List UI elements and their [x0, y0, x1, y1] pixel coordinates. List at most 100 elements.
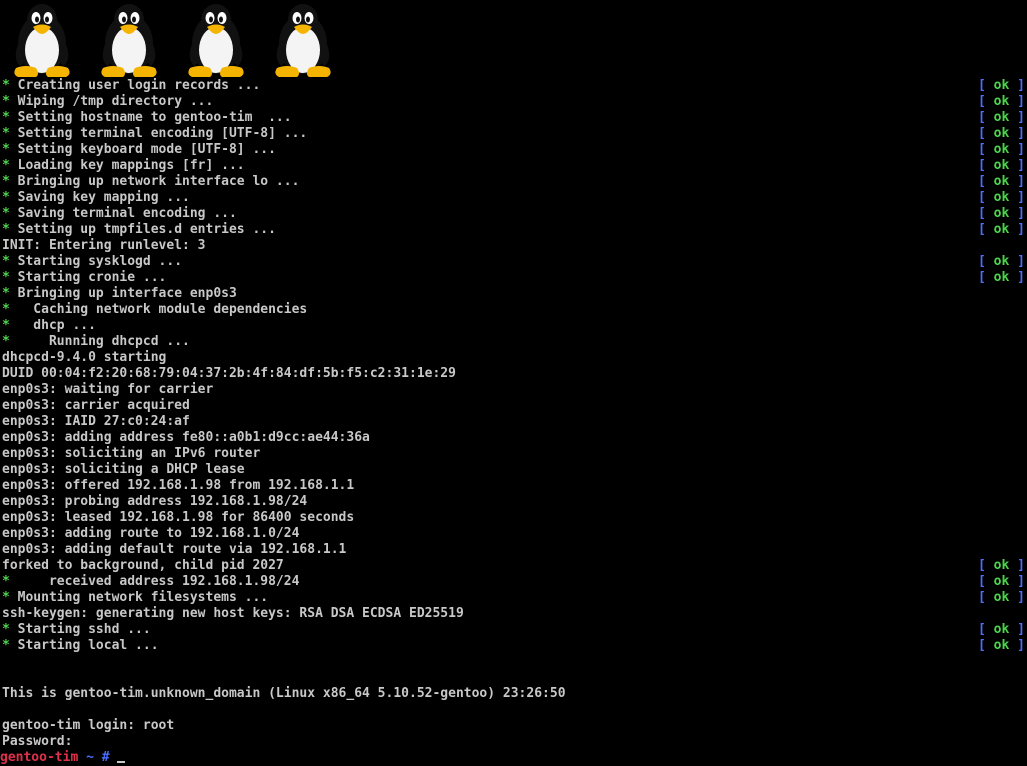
log-line-text: * Setting up tmpfiles.d entries ...: [2, 222, 276, 238]
log-line: enp0s3: IAID 27:c0:24:af: [0, 414, 1027, 430]
log-message: Bringing up network interface lo ...: [9, 174, 300, 189]
log-message: Starting cronie ...: [9, 270, 167, 285]
status-star-icon: *: [2, 142, 10, 157]
log-line: * received address 192.168.1.98/24 [ ok ]: [0, 574, 1027, 590]
log-message: enp0s3: probing address 192.168.1.98/24: [2, 494, 308, 509]
log-line-text: * dhcp ...: [2, 318, 96, 334]
ok-bracket-open: [: [978, 190, 994, 205]
log-line: * Wiping /tmp directory ... [ ok ]: [0, 94, 1027, 110]
ok-bracket-close: ]: [1009, 254, 1025, 269]
log-message: Starting sshd ...: [9, 622, 151, 637]
log-line-text: ssh-keygen: generating new host keys: RS…: [2, 606, 464, 622]
log-line-text: * received address 192.168.1.98/24: [2, 574, 299, 590]
log-line-text: This is gentoo-tim.unknown_domain (Linux…: [2, 686, 566, 702]
log-line: DUID 00:04:f2:20:68:79:04:37:2b:4f:84:df…: [0, 366, 1027, 382]
status-star-icon: *: [2, 110, 10, 125]
log-line: gentoo-tim login: root: [0, 718, 1027, 734]
log-line-text: * Setting terminal encoding [UTF-8] ...: [2, 126, 307, 142]
ok-bracket-open: [: [978, 94, 994, 109]
ok-bracket-close: ]: [1009, 158, 1025, 173]
log-line-text: * Bringing up network interface lo ...: [2, 174, 299, 190]
log-line-text: enp0s3: leased 192.168.1.98 for 86400 se…: [2, 510, 354, 526]
status-star-icon: *: [2, 190, 10, 205]
log-message: Wiping /tmp directory ...: [9, 94, 214, 109]
log-line-text: INIT: Entering runlevel: 3: [2, 238, 206, 254]
shell-prompt[interactable]: gentoo-tim ~ #: [0, 750, 126, 766]
log-line-text: * Setting keyboard mode [UTF-8] ...: [2, 142, 276, 158]
status-star-icon: *: [2, 334, 10, 349]
ok-word: ok: [993, 190, 1010, 205]
log-message: INIT: Entering runlevel: 3: [2, 238, 206, 253]
log-line-text: enp0s3: soliciting a DHCP lease: [2, 462, 245, 478]
ok-bracket-close: ]: [1009, 270, 1025, 285]
ok-word: ok: [993, 590, 1010, 605]
log-line: * Saving key mapping ... [ ok ]: [0, 190, 1027, 206]
log-message: Setting keyboard mode [UTF-8] ...: [9, 142, 276, 157]
ok-bracket-close: ]: [1009, 110, 1025, 125]
log-line: enp0s3: adding route to 192.168.1.0/24: [0, 526, 1027, 542]
tux-penguin-icon: [267, 0, 339, 78]
log-line: * Running dhcpcd ...: [0, 334, 1027, 350]
ok-word: ok: [993, 222, 1010, 237]
log-line: ssh-keygen: generating new host keys: RS…: [0, 606, 1027, 622]
tux-penguin-icon: [6, 0, 78, 78]
ok-status-badge: [ ok ]: [978, 558, 1025, 574]
log-message: Running dhcpcd ...: [9, 334, 190, 349]
boot-log: * Creating user login records ...[ ok ] *…: [0, 78, 1027, 766]
ok-bracket-open: [: [978, 638, 994, 653]
log-message: Setting terminal encoding [UTF-8] ...: [9, 126, 308, 141]
log-line-text: enp0s3: offered 192.168.1.98 from 192.16…: [2, 478, 354, 494]
ok-status-badge: [ ok ]: [978, 574, 1025, 590]
ok-bracket-open: [: [978, 126, 994, 141]
ok-status-badge: [ ok ]: [978, 190, 1025, 206]
ok-bracket-close: ]: [1009, 206, 1025, 221]
log-line: * Bringing up interface enp0s3: [0, 286, 1027, 302]
status-star-icon: *: [2, 254, 10, 269]
status-star-icon: *: [2, 574, 10, 589]
ok-word: ok: [993, 78, 1010, 93]
ok-word: ok: [993, 622, 1010, 637]
log-line: This is gentoo-tim.unknown_domain (Linux…: [0, 686, 1027, 702]
log-message: enp0s3: adding route to 192.168.1.0/24: [2, 526, 300, 541]
log-line-text: enp0s3: adding route to 192.168.1.0/24: [2, 526, 299, 542]
ok-bracket-open: [: [978, 110, 994, 125]
log-line: enp0s3: leased 192.168.1.98 for 86400 se…: [0, 510, 1027, 526]
log-line: forked to background, child pid 2027 [ ok…: [0, 558, 1027, 574]
ok-word: ok: [993, 638, 1010, 653]
log-line: * Starting sysklogd ... [ ok ]: [0, 254, 1027, 270]
log-line: enp0s3: waiting for carrier: [0, 382, 1027, 398]
log-line-text: enp0s3: soliciting an IPv6 router: [2, 446, 260, 462]
log-message: enp0s3: soliciting an IPv6 router: [2, 446, 261, 461]
ok-word: ok: [993, 270, 1010, 285]
log-line: * Starting cronie ... [ ok ]: [0, 270, 1027, 286]
log-message: enp0s3: adding default route via 192.168…: [2, 542, 347, 557]
log-message: enp0s3: soliciting a DHCP lease: [2, 462, 245, 477]
log-line: enp0s3: offered 192.168.1.98 from 192.16…: [0, 478, 1027, 494]
command-input[interactable]: [110, 750, 118, 765]
log-message: enp0s3: leased 192.168.1.98 for 86400 se…: [2, 510, 355, 525]
log-line-text: * Running dhcpcd ...: [2, 334, 190, 350]
ok-status-badge: [ ok ]: [978, 142, 1025, 158]
shell-prompt-line[interactable]: gentoo-tim ~ #: [0, 750, 1027, 766]
log-line-text: enp0s3: adding default route via 192.168…: [2, 542, 346, 558]
status-star-icon: *: [2, 638, 10, 653]
ok-bracket-close: ]: [1009, 222, 1025, 237]
log-message: Password:: [2, 734, 73, 749]
log-line: enp0s3: probing address 192.168.1.98/24: [0, 494, 1027, 510]
log-line-text: * Loading key mappings [fr] ...: [2, 158, 245, 174]
ok-status-badge: [ ok ]: [978, 254, 1025, 270]
log-line: * Saving terminal encoding ... [ ok ]: [0, 206, 1027, 222]
log-line: * Caching network module dependencies: [0, 302, 1027, 318]
ok-status-badge: [ ok ]: [978, 206, 1025, 222]
log-message: Saving terminal encoding ...: [9, 206, 237, 221]
tux-penguin-icon: [93, 0, 165, 78]
ok-bracket-open: [: [978, 174, 994, 189]
log-line-text: DUID 00:04:f2:20:68:79:04:37:2b:4f:84:df…: [2, 366, 456, 382]
log-line-text: gentoo-tim login: root: [2, 718, 174, 734]
log-message: gentoo-tim login: root: [2, 718, 175, 733]
terminal-console[interactable]: * Creating user login records ...[ ok ] *…: [0, 0, 1027, 766]
log-line-text: dhcpcd-9.4.0 starting: [2, 350, 166, 366]
ok-status-badge: [ ok ]: [978, 110, 1025, 126]
